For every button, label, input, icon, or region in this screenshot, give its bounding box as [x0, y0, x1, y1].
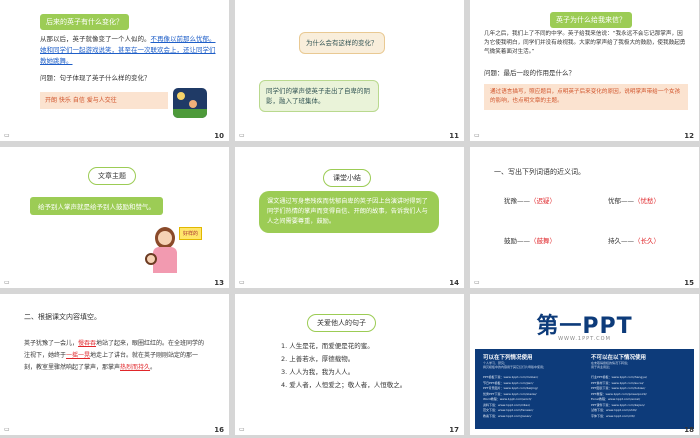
- page-number: 13: [214, 279, 224, 287]
- slide-title: 英子为什么给我来信？: [550, 12, 632, 28]
- notes-icon: ▭: [4, 426, 10, 433]
- site-url: WWW.1PPT.COM: [558, 336, 611, 342]
- notes-icon: ▭: [239, 132, 245, 139]
- question: 问题：最后一段的作用是什么？: [484, 69, 575, 77]
- slide-18[interactable]: 第一PPT WWW.1PPT.COM 可以在下列情况使用 不可以在以下情况使用 …: [470, 294, 699, 435]
- slide-title: 关爱他人的句子: [307, 314, 376, 332]
- usage-forbidden-heading: 不可以在以下情况使用: [591, 355, 647, 361]
- link[interactable]: 教案下载：www.1ppt.com/jiaoan/: [483, 414, 585, 420]
- slide-title: 文章主题: [88, 167, 136, 185]
- slide-13[interactable]: 文章主题 给予别人掌声就是给予别人鼓励和赞气。 好样的 ▭ 13: [0, 147, 229, 288]
- question: 问题：句子体现了英子什么样的变化？: [40, 74, 151, 82]
- list-item: 3. 人人为我，我为人人。: [281, 368, 355, 376]
- page-number: 10: [214, 132, 224, 140]
- slide-16[interactable]: 二、根据课文内容填空。 英子犹豫了一会儿，慢吞吞地站了起来，眼圈红红的。在全班同…: [0, 294, 229, 435]
- usage-forbidden-note: 在未取得授权的情况下转载； 用于商业用途；: [591, 361, 631, 369]
- synonym-pair: 持久——（长久）: [608, 237, 660, 245]
- page-number: 12: [684, 132, 694, 140]
- slide-17[interactable]: 关爱他人的句子 1. 人生是花，而爱便是花的蜜。 2. 上善若水，厚德载物。 3…: [235, 294, 464, 435]
- page-number: 11: [449, 132, 459, 140]
- page-number: 15: [684, 279, 694, 287]
- notes-icon: ▭: [474, 132, 480, 139]
- link[interactable]: 字体下载：www.1ppt.com/ziti/: [591, 414, 693, 420]
- list-item: 4. 爱人者，人恒爱之；敬人者，人恒敬之。: [281, 381, 407, 389]
- synonym-pair: 犹豫——（迟疑）: [504, 197, 556, 205]
- notes-icon: ▭: [474, 279, 480, 286]
- page-number: 16: [214, 426, 224, 434]
- theme-banner: 给予别人掌声就是给予别人鼓励和赞气。: [30, 197, 163, 215]
- paragraph: 从那以后，英子就像变了一个人似的。不再像以前那么忧郁。她和同学们一起游戏说笑，甚…: [40, 35, 216, 65]
- answer-box: 开朗 快乐 自信 爱与人交往: [40, 92, 168, 109]
- slide-title: 后来的英子有什么变化？: [40, 14, 129, 30]
- sentence-list: 1. 人生是花，而爱便是花的蜜。 2. 上善若水，厚德载物。 3. 人人为我，我…: [281, 340, 406, 392]
- slide-11[interactable]: 为什么会有这样的变化？ 同学们的掌声使英子走出了自卑的阴影，融入了班集体。 ▭ 1…: [235, 0, 464, 141]
- notes-icon: ▭: [4, 132, 10, 139]
- mother-child-illustration: 好样的: [141, 221, 209, 275]
- notes-icon: ▭: [239, 279, 245, 286]
- notes-icon: ▭: [4, 279, 10, 286]
- links-left: PPT模板下载：www.1ppt.com/moban/ 节日PPT模板：www.…: [483, 375, 585, 419]
- question-bubble: 为什么会有这样的变化？: [299, 32, 385, 54]
- synonym-pair: 鼓励——（鼓舞）: [504, 237, 556, 245]
- notes-icon: ▭: [239, 426, 245, 433]
- paragraph: 几年之后，我们上了不同的中学。英子给我来信说：“我永远不会忘记那掌声，因为它使我…: [484, 31, 686, 55]
- slide-title: 二、根据课文内容填空。: [24, 313, 101, 321]
- fill-in-paragraph: 英子犹豫了一会儿，慢吞吞地站了起来，眼圈红红的。在全班同学的注视下，她终于一摇一…: [24, 340, 205, 371]
- slide-title: 一、写出下列词语的近义词。: [494, 168, 585, 176]
- page-number: 18: [684, 426, 694, 434]
- answer-box: 通过语言描写，照应题目，点明英子后来变化的原因，说明掌声带给一个女孩的影响，也点…: [484, 84, 688, 110]
- kids-illustration: [173, 88, 207, 118]
- answer-bubble: 同学们的掌声使英子走出了自卑的阴影，融入了班集体。: [259, 80, 379, 112]
- page-number: 14: [449, 279, 459, 287]
- usage-allowed-heading: 可以在下列情况使用: [483, 355, 533, 361]
- list-item: 2. 上善若水，厚德载物。: [281, 355, 355, 363]
- summary-box: 课文通过写身患残疾而忧郁自卑的英子因上台演讲时得到了同学们热情的掌声而变得自信、…: [259, 191, 439, 233]
- page-number: 17: [449, 426, 459, 434]
- links-right: 行业PPT模板：www.1ppt.com/hangye/ PPT素材下载：www…: [591, 375, 693, 419]
- info-panel: 可以在下列情况使用 不可以在以下情况使用 个人学习、研究； 拷贝模板中的内容用于…: [475, 349, 694, 429]
- synonym-pair: 忧郁——（忧愁）: [608, 197, 660, 205]
- slide-14[interactable]: 课堂小结 课文通过写身患残疾而忧郁自卑的英子因上台演讲时得到了同学们热情的掌声而…: [235, 147, 464, 288]
- list-item: 1. 人生是花，而爱便是花的蜜。: [281, 342, 374, 350]
- slide-title: 课堂小结: [323, 169, 371, 187]
- usage-allowed-note: 个人学习、研究； 拷贝模板中的内容用于其它幻灯片母版中使用；: [483, 361, 547, 369]
- sign: 好样的: [179, 227, 203, 240]
- slide-12[interactable]: 英子为什么给我来信？ 几年之后，我们上了不同的中学。英子给我来信说：“我永远不会…: [470, 0, 699, 141]
- slide-15[interactable]: 一、写出下列词语的近义词。 犹豫——（迟疑） 忧郁——（忧愁） 鼓励——（鼓舞）…: [470, 147, 699, 288]
- slide-10[interactable]: 后来的英子有什么变化？ 从那以后，英子就像变了一个人似的。不再像以前那么忧郁。她…: [0, 0, 229, 141]
